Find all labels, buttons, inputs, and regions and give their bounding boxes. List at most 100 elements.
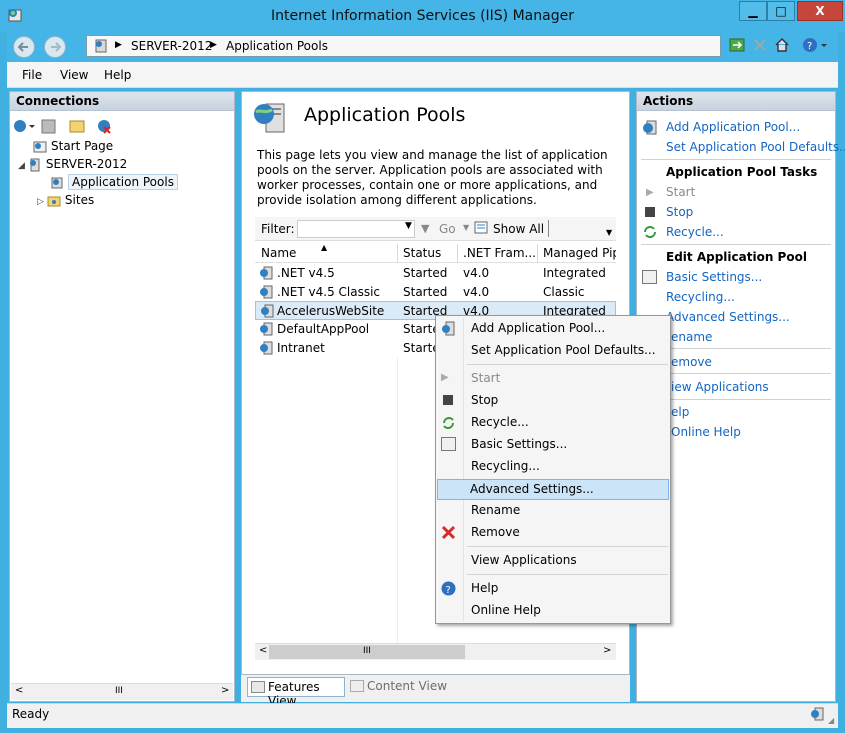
go-button[interactable]: Go <box>439 222 456 236</box>
tree-label-app-pools: Application Pools <box>68 174 178 190</box>
menu-item-recycle[interactable]: Recycle... <box>471 415 529 429</box>
column-separator <box>537 244 538 263</box>
menu-view[interactable]: View <box>60 68 88 82</box>
app-pool-icon <box>259 266 274 280</box>
cell-name: DefaultAppPool <box>277 322 370 336</box>
column-header-status[interactable]: Status <box>403 246 441 260</box>
minimize-button[interactable]: ▁ <box>739 1 767 21</box>
action-advanced-settings[interactable]: Advanced Settings... <box>666 310 790 324</box>
scroll-left-icon[interactable]: < <box>259 645 267 656</box>
back-button[interactable] <box>13 36 35 58</box>
tree-item-app-pools[interactable]: Application Pools <box>50 174 178 190</box>
tree-item-server[interactable]: ◢ SERVER-2012 <box>18 157 127 172</box>
action-recycle[interactable]: Recycle... <box>666 225 724 239</box>
context-menu-gutter <box>463 318 464 621</box>
menu-item-remove[interactable]: Remove <box>471 525 520 539</box>
remove-icon <box>441 525 456 540</box>
tree-label-sites: Sites <box>64 193 95 207</box>
action-rename[interactable]: ename <box>671 330 712 344</box>
grid-header: Name ▲ Status .NET Fram... Managed Pipe <box>255 243 616 263</box>
action-set-defaults[interactable]: Set Application Pool Defaults... <box>666 140 845 154</box>
cell-net: v4.0 <box>463 266 490 280</box>
menu-item-view-apps[interactable]: View Applications <box>471 553 577 567</box>
toolbar-overflow-icon[interactable]: ▼ <box>606 228 612 237</box>
action-online-help[interactable]: Online Help <box>671 425 741 439</box>
recycle-icon <box>642 224 658 240</box>
connect-icon[interactable] <box>14 120 26 132</box>
column-header-net[interactable]: .NET Fram... <box>463 246 535 260</box>
expand-arrow-icon[interactable]: ◢ <box>18 161 25 171</box>
maximize-button[interactable]: □ <box>767 1 795 21</box>
menu-item-recycling[interactable]: Recycling... <box>471 459 540 473</box>
column-separator <box>457 244 458 263</box>
tree-label-start-page: Start Page <box>51 139 114 153</box>
refresh-icon[interactable] <box>729 37 745 53</box>
server-icon <box>28 158 42 172</box>
menu-file[interactable]: File <box>22 68 42 82</box>
help-dropdown-icon[interactable]: ? <box>802 37 827 53</box>
grid-hscrollbar[interactable]: < III > <box>255 643 616 660</box>
breadcrumb-page[interactable]: Application Pools <box>226 39 328 53</box>
cell-name: .NET v4.5 <box>277 266 335 280</box>
window-title: Internet Information Services (IIS) Mana… <box>271 8 574 24</box>
menu-item-stop[interactable]: Stop <box>471 393 498 407</box>
table-row[interactable]: .NET v4.5 Classic Started v4.0 Classic <box>255 283 616 302</box>
start-icon: ▶ <box>646 187 654 198</box>
menu-item-set-defaults[interactable]: Set Application Pool Defaults... <box>471 343 656 357</box>
filter-label: Filter: <box>261 222 295 236</box>
menu-separator <box>467 546 668 547</box>
show-all-button[interactable]: Show All <box>493 222 544 236</box>
svg-text:?: ? <box>807 41 812 52</box>
action-remove[interactable]: emove <box>671 355 712 369</box>
stop-loading-icon[interactable] <box>752 37 768 53</box>
menu-item-help[interactable]: Help <box>471 581 498 595</box>
scroll-grip[interactable]: III <box>115 686 123 696</box>
action-recycling[interactable]: Recycling... <box>666 290 735 304</box>
sort-ascending-icon: ▲ <box>321 243 328 252</box>
scroll-right-icon[interactable]: > <box>221 685 229 696</box>
folder-up-icon[interactable] <box>69 120 85 133</box>
funnel-icon: ▼ <box>421 222 430 235</box>
menu-help[interactable]: Help <box>104 68 131 82</box>
action-stop[interactable]: Stop <box>666 205 693 219</box>
menu-item-advanced-settings[interactable]: Advanced Settings... <box>470 482 594 496</box>
home-icon[interactable] <box>774 37 790 53</box>
connections-hscrollbar[interactable]: < III > <box>11 683 233 700</box>
tree-item-start-page[interactable]: Start Page <box>33 139 113 154</box>
filter-bar: Filter: ▼ ▼ Go ▼ Show All ▼ <box>255 217 616 241</box>
save-icon[interactable] <box>41 119 56 134</box>
breadcrumb-server[interactable]: SERVER-2012 <box>131 39 212 53</box>
action-add-pool[interactable]: Add Application Pool... <box>666 120 800 134</box>
menu-item-rename[interactable]: Rename <box>471 503 520 517</box>
address-bar[interactable]: ▶ SERVER-2012 ▶ Application Pools <box>86 35 721 57</box>
tree-item-sites[interactable]: ▷ Sites <box>37 193 94 208</box>
features-view-tab[interactable]: Features View <box>247 677 345 708</box>
column-separator <box>397 244 398 263</box>
menu-item-online-help[interactable]: Online Help <box>471 603 541 617</box>
action-start[interactable]: Start <box>666 185 695 199</box>
close-button[interactable]: X <box>797 1 843 21</box>
column-header-pipeline[interactable]: Managed Pipe <box>543 246 616 260</box>
action-view-apps[interactable]: iew Applications <box>671 380 769 394</box>
filter-dropdown-icon[interactable]: ▼ <box>405 221 412 231</box>
column-header-name[interactable]: Name <box>261 246 296 260</box>
menu-item-add-pool[interactable]: Add Application Pool... <box>471 321 605 335</box>
forward-button[interactable] <box>44 36 66 58</box>
app-pool-icon <box>259 341 274 355</box>
action-help[interactable]: elp <box>671 405 689 419</box>
action-basic-settings[interactable]: Basic Settings... <box>666 270 762 284</box>
basic-settings-icon <box>441 437 456 451</box>
collapse-arrow-icon[interactable]: ▷ <box>37 197 44 207</box>
scroll-left-icon[interactable]: < <box>15 685 23 696</box>
table-row[interactable]: .NET v4.5 Started v4.0 Integrated <box>255 264 616 283</box>
connections-header: Connections <box>10 92 234 111</box>
content-view-tab[interactable]: Content View <box>348 677 448 697</box>
app-pools-icon <box>50 176 64 190</box>
menu-item-basic-settings[interactable]: Basic Settings... <box>471 437 567 451</box>
menu-item-start[interactable]: Start <box>471 371 500 385</box>
filter-input[interactable] <box>297 220 415 238</box>
scroll-right-icon[interactable]: > <box>603 645 611 656</box>
back-arrow-icon <box>17 42 28 52</box>
resize-grip-icon[interactable]: ◢ <box>828 716 834 725</box>
go-dropdown-icon[interactable]: ▼ <box>463 223 469 232</box>
